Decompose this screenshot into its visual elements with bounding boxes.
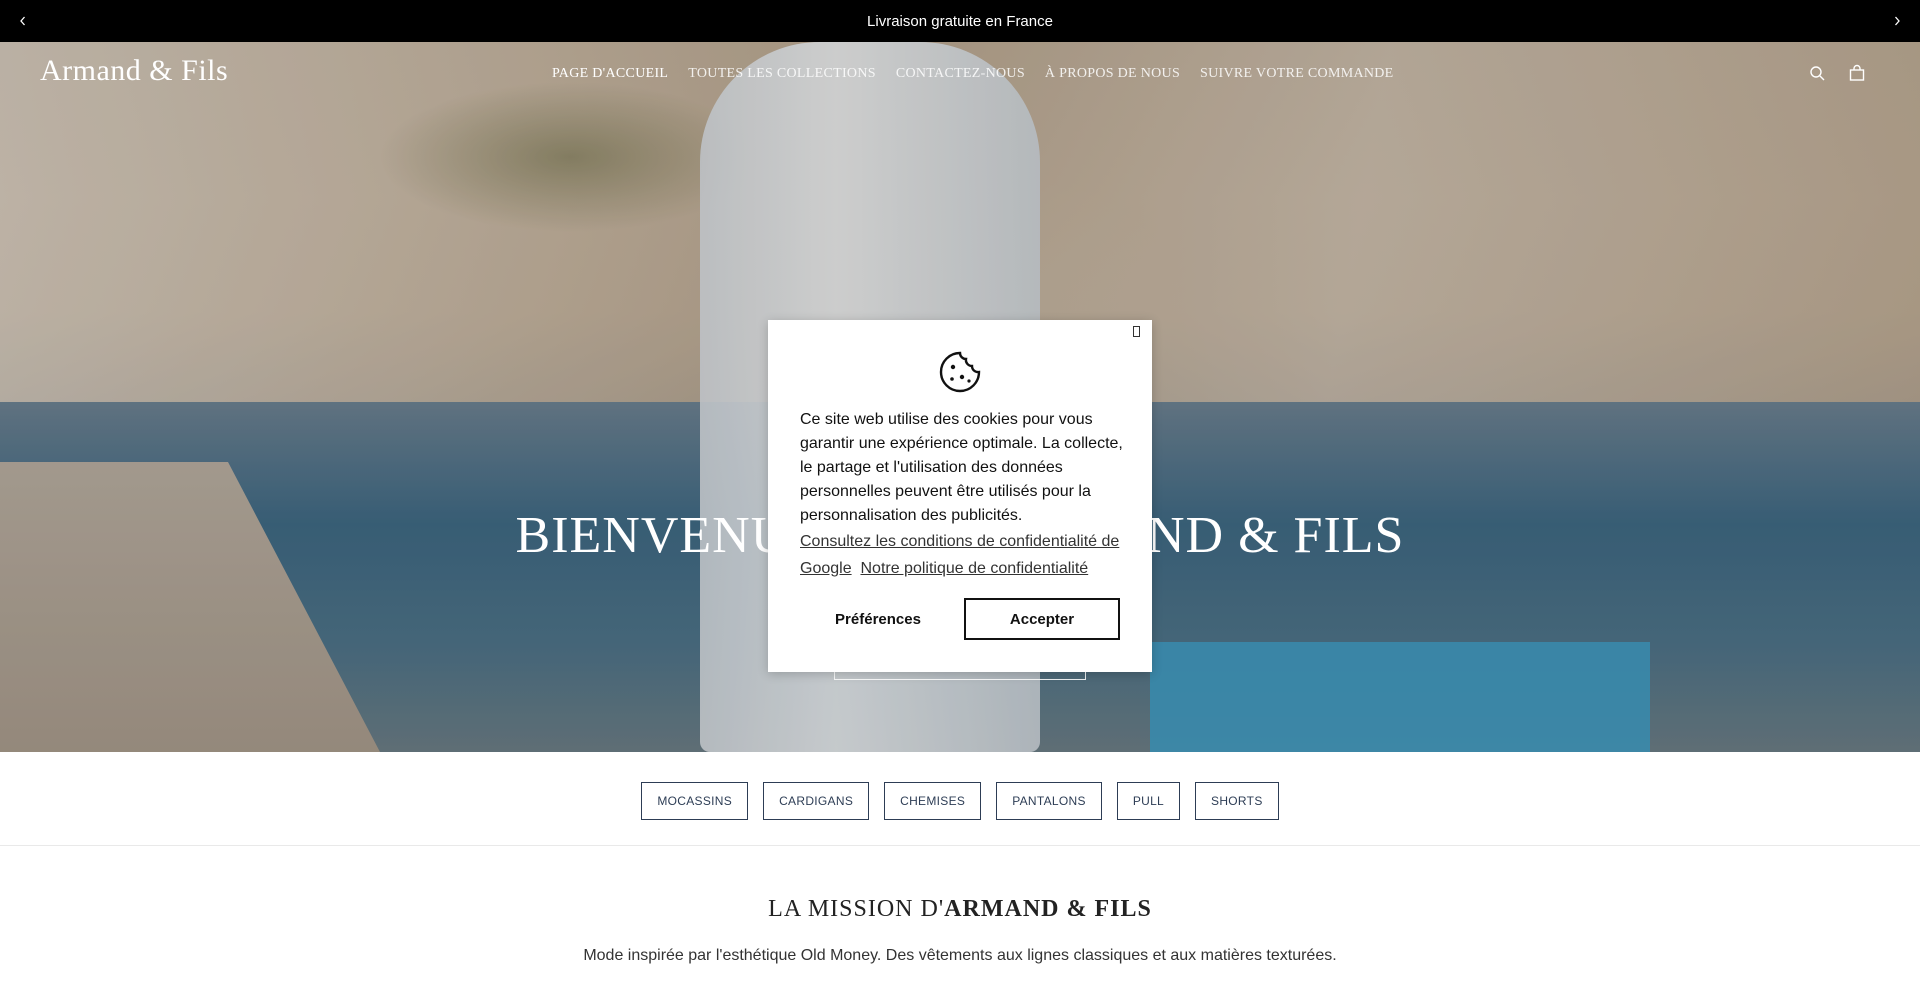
cart-button[interactable] bbox=[1848, 64, 1868, 84]
search-icon bbox=[1810, 66, 1825, 81]
cookie-links: Consultez les conditions de confidential… bbox=[800, 528, 1130, 582]
category-pull[interactable]: PULL bbox=[1116, 782, 1181, 820]
bag-icon bbox=[1849, 64, 1865, 81]
close-icon bbox=[1133, 326, 1140, 337]
category-cardigans[interactable]: CARDIGANS bbox=[763, 782, 870, 820]
cookie-close-button[interactable] bbox=[1133, 326, 1140, 340]
section-divider bbox=[0, 845, 1920, 846]
cookie-message: Ce site web utilise des cookies pour vou… bbox=[800, 411, 1123, 524]
nav-collections[interactable]: TOUTES LES COLLECTIONS bbox=[688, 66, 876, 82]
search-button[interactable] bbox=[1808, 64, 1828, 84]
announcement-next-button[interactable] bbox=[1876, 0, 1918, 42]
announcement-text: Livraison gratuite en France bbox=[867, 12, 1053, 30]
category-pantalons[interactable]: PANTALONS bbox=[996, 782, 1102, 820]
mission-title: LA MISSION D'ARMAND & FILS bbox=[0, 896, 1920, 923]
site-logo[interactable]: Armand & Fils bbox=[40, 54, 228, 88]
announcement-prev-button[interactable] bbox=[2, 0, 44, 42]
preferences-button[interactable]: Préférences bbox=[800, 598, 956, 640]
privacy-policy-link[interactable]: Notre politique de confidentialité bbox=[860, 560, 1088, 577]
nav-contact[interactable]: CONTACTEZ-NOUS bbox=[896, 66, 1025, 82]
nav-track-order[interactable]: SUIVRE VOTRE COMMANDE bbox=[1200, 66, 1394, 82]
category-mocassins[interactable]: MOCASSINS bbox=[641, 782, 749, 820]
nav-home[interactable]: PAGE D'ACCUEIL bbox=[552, 66, 668, 82]
announcement-bar: Livraison gratuite en France bbox=[0, 0, 1920, 42]
main-nav: PAGE D'ACCUEIL TOUTES LES COLLECTIONS CO… bbox=[552, 66, 1394, 82]
category-list: MOCASSINS CARDIGANS CHEMISES PANTALONS P… bbox=[0, 782, 1920, 820]
category-chemises[interactable]: CHEMISES bbox=[884, 782, 982, 820]
mission-text: Mode inspirée par l'esthétique Old Money… bbox=[583, 947, 1337, 964]
chevron-right-icon bbox=[1895, 16, 1900, 26]
mission-title-brand: ARMAND & FILS bbox=[944, 896, 1152, 922]
category-shorts[interactable]: SHORTS bbox=[1195, 782, 1279, 820]
mission-title-prefix: LA MISSION D' bbox=[768, 896, 945, 922]
accept-button[interactable]: Accepter bbox=[964, 598, 1120, 640]
cookie-icon bbox=[939, 351, 981, 393]
cookie-consent-dialog: Ce site web utilise des cookies pour vou… bbox=[768, 320, 1152, 672]
nav-about[interactable]: À PROPOS DE NOUS bbox=[1045, 66, 1180, 82]
chevron-left-icon bbox=[20, 16, 25, 26]
